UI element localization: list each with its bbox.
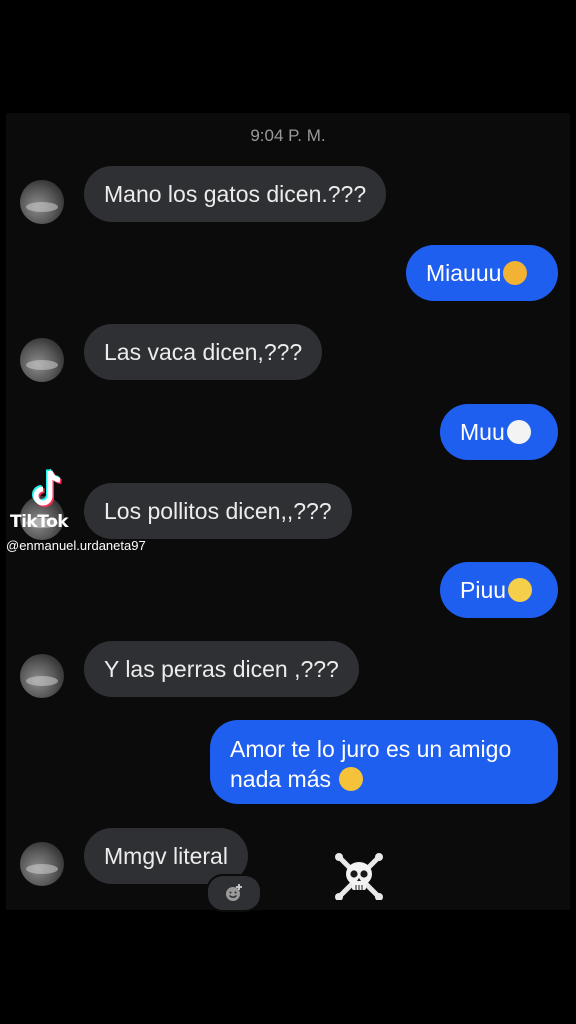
- message-timestamp: 9:04 P. M.: [250, 126, 326, 145]
- tiktok-brand-label: TikTok: [10, 512, 69, 532]
- contact-avatar[interactable]: [20, 338, 64, 382]
- skull-crossbones-icon: [335, 853, 383, 900]
- incoming-message[interactable]: Los pollitos dicen,,???: [84, 483, 352, 539]
- message-text: Piuu: [460, 577, 507, 603]
- smirking-cat-emoji-icon: [503, 261, 528, 285]
- incoming-message[interactable]: Las vaca dicen,???: [84, 324, 323, 380]
- grinning-sweat-emoji-icon: [339, 767, 364, 791]
- outgoing-message[interactable]: Miauuu: [406, 245, 558, 301]
- message-text: nada más: [230, 766, 332, 792]
- outgoing-message[interactable]: Piuu: [440, 562, 558, 618]
- contact-avatar[interactable]: [20, 654, 64, 698]
- incoming-message[interactable]: Mano los gatos dicen.???: [84, 166, 387, 222]
- incoming-message[interactable]: Y las perras dicen ,???: [84, 641, 359, 697]
- outgoing-message[interactable]: Amor te lo juro es un amigo nada más: [210, 720, 558, 804]
- add-reaction-button[interactable]: [206, 874, 262, 912]
- contact-avatar[interactable]: [20, 842, 64, 886]
- outgoing-message[interactable]: Muu: [440, 404, 558, 460]
- message-text-line: Amor te lo juro es un amigo: [230, 736, 512, 762]
- cow-emoji-icon: [506, 420, 531, 444]
- tiktok-logo-icon: [32, 468, 62, 507]
- creator-handle: @enmanuel.urdaneta97: [6, 538, 146, 553]
- message-text-line-2: nada más: [230, 764, 538, 794]
- add-reaction-icon: [226, 884, 242, 901]
- screen: 9:04 P. M. Mano los gatos dicen.??? Miau…: [0, 0, 576, 1024]
- contact-avatar[interactable]: [20, 180, 64, 224]
- message-text: Muu: [460, 419, 505, 445]
- hatching-chick-emoji-icon: [508, 578, 533, 602]
- message-text: Miauuu: [426, 260, 502, 286]
